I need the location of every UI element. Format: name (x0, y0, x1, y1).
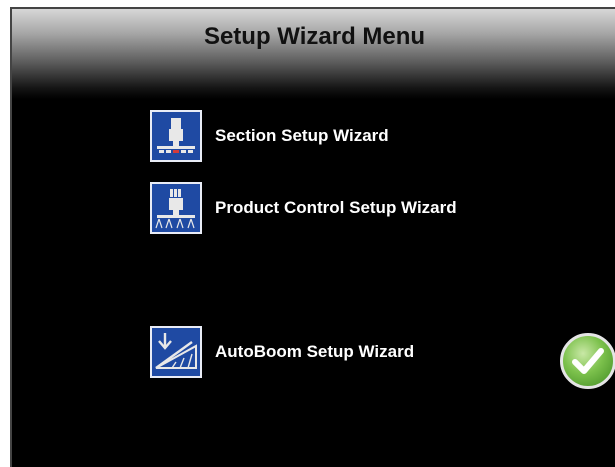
checkmark-icon (572, 348, 604, 374)
product-control-setup-wizard-label: Product Control Setup Wizard (215, 198, 457, 217)
autoboom-icon (150, 326, 202, 378)
product-control-setup-wizard-button[interactable]: Product Control Setup Wizard (150, 182, 457, 234)
title-bar: Setup Wizard Menu (12, 9, 615, 99)
confirm-button[interactable] (560, 333, 615, 389)
sprayer-product-control-icon (150, 182, 202, 234)
section-setup-wizard-label: Section Setup Wizard (215, 126, 389, 145)
section-setup-wizard-button[interactable]: Section Setup Wizard (150, 110, 389, 162)
page-title: Setup Wizard Menu (203, 23, 426, 50)
autoboom-setup-wizard-button[interactable]: AutoBoom Setup Wizard (150, 326, 414, 378)
sprayer-section-icon (150, 110, 202, 162)
setup-wizard-screen: Setup Wizard Menu Section Setup Wizard P… (10, 7, 615, 467)
autoboom-setup-wizard-label: AutoBoom Setup Wizard (215, 342, 415, 361)
